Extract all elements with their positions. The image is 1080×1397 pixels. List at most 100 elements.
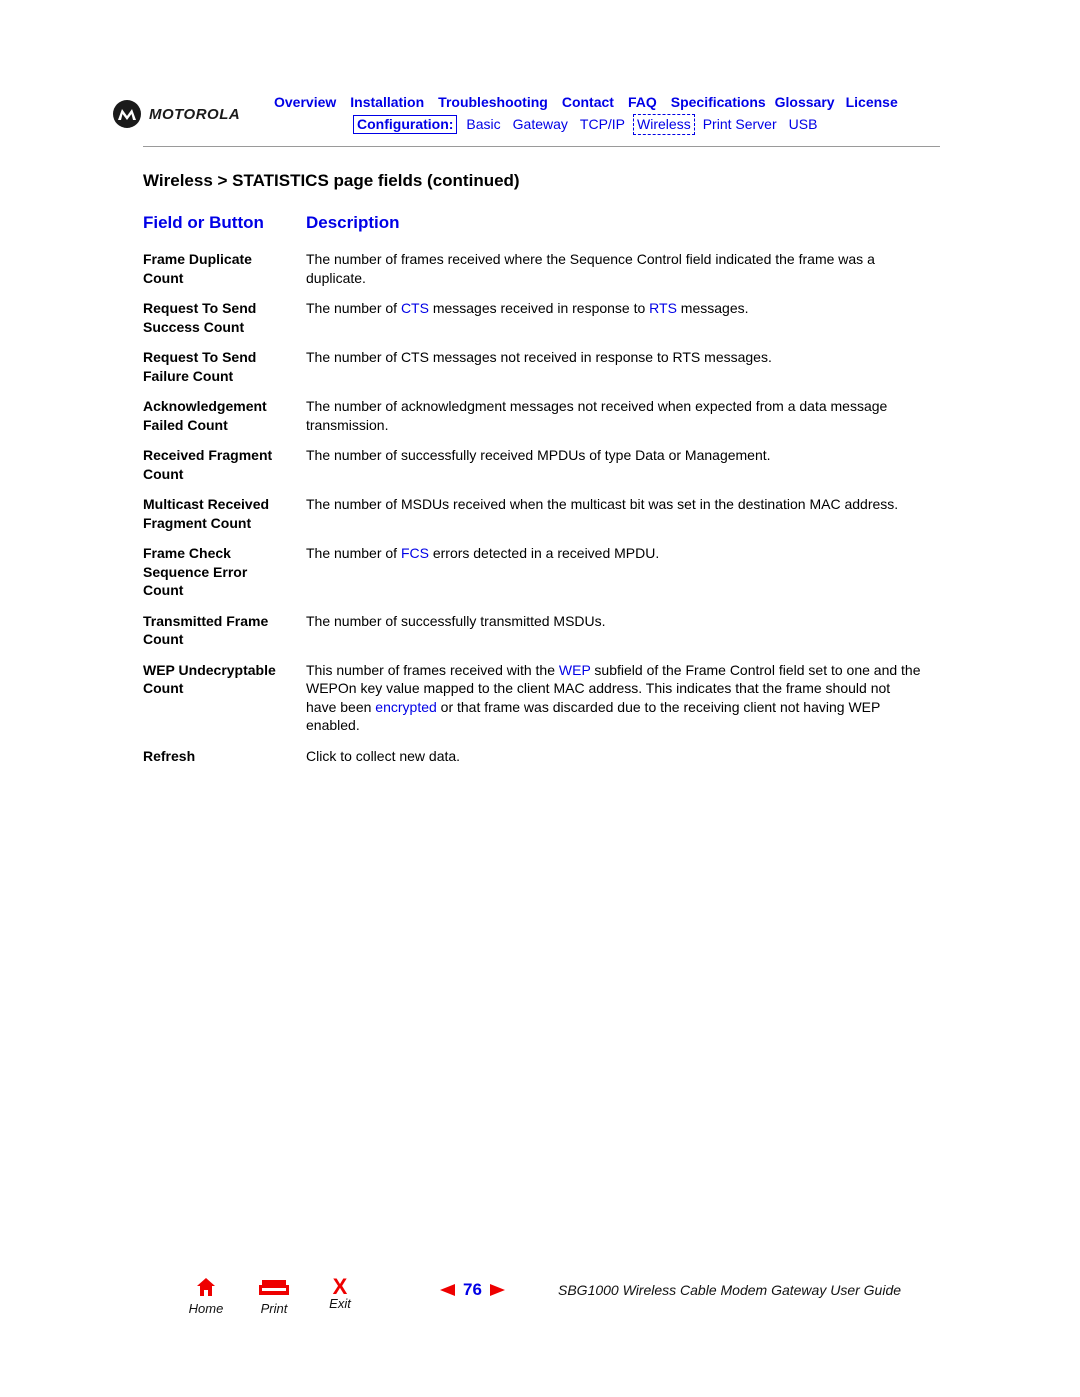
field-name-line: Count xyxy=(143,269,184,286)
description-text: This number of frames received with the xyxy=(306,661,559,678)
field-description: The number of FCS errors detected in a r… xyxy=(306,544,923,600)
home-label: Home xyxy=(188,1301,224,1316)
field-description: The number of frames received where the … xyxy=(306,250,923,287)
description-text: messages. xyxy=(676,300,749,316)
exit-x-icon: X xyxy=(332,1274,348,1299)
print-label: Print xyxy=(260,1301,288,1316)
nav-troubleshooting[interactable]: Troubleshooting xyxy=(438,94,548,110)
home-icon xyxy=(197,1278,215,1296)
exit-label: Exit xyxy=(329,1296,351,1311)
field-description-table: Frame Duplicate Count The number of frames… xyxy=(143,250,923,777)
print-button[interactable]: Print xyxy=(256,1277,292,1316)
field-name-line: Count xyxy=(143,680,184,696)
field-name: Refresh xyxy=(143,747,306,766)
description-text: Click to collect new data. xyxy=(306,747,461,764)
nav-contact[interactable]: Contact xyxy=(562,94,614,110)
description-text: The number of CTS messages not received … xyxy=(306,349,772,365)
field-description: Click to collect new data. xyxy=(306,747,923,766)
config-subnav: Configuration: Basic Gateway TCP/IP Wire… xyxy=(353,114,829,135)
field-description: This number of frames received with the … xyxy=(306,661,923,735)
page-title: Wireless > STATISTICS page fields (conti… xyxy=(143,171,520,190)
subnav-usb[interactable]: USB xyxy=(789,115,818,134)
nav-license[interactable]: License xyxy=(846,94,898,110)
description-text: errors detected in a received MPDU. xyxy=(428,545,660,561)
nav-installation[interactable]: Installation xyxy=(350,94,424,110)
subnav-wireless[interactable]: Wireless xyxy=(633,114,695,135)
pager: 76 xyxy=(440,1280,505,1300)
description-text: The number of frames received where the … xyxy=(306,251,875,286)
field-name-line: Sequence Error xyxy=(143,563,248,580)
nav-glossary[interactable]: Glossary xyxy=(775,94,835,110)
table-row: Multicast Received Fragment Count The numb… xyxy=(143,495,923,532)
field-name-line: Received Fragment xyxy=(143,447,273,463)
glossary-link[interactable]: encrypted xyxy=(375,699,436,715)
field-description: The number of CTS messages received in r… xyxy=(306,299,923,336)
exit-button[interactable]: X Exit xyxy=(323,1274,357,1311)
glossary-link[interactable]: CTS xyxy=(401,300,429,316)
field-name: WEP Undecryptable Count xyxy=(143,661,306,735)
glossary-link[interactable]: WEP xyxy=(559,662,591,678)
field-name: Acknowledgement Failed Count xyxy=(143,397,306,434)
description-text: The number of acknowledgment messages no… xyxy=(306,398,888,433)
subnav-gateway[interactable]: Gateway xyxy=(513,115,568,134)
glossary-link[interactable]: RTS xyxy=(649,300,677,316)
table-row: Frame Check Sequence Error Count The number… xyxy=(143,544,923,600)
field-description: The number of successfully received MPDU… xyxy=(306,446,923,483)
next-page-arrow-icon[interactable] xyxy=(489,1284,505,1296)
subnav-basic[interactable]: Basic xyxy=(466,115,500,134)
field-name-line: Transmitted Frame xyxy=(143,612,269,629)
table-row: Frame Duplicate Count The number of frames… xyxy=(143,250,923,287)
field-name-line: Failed Count xyxy=(143,416,228,433)
glossary-link[interactable]: FCS xyxy=(401,545,429,561)
page-number: 76 xyxy=(463,1280,482,1299)
top-nav: Overview Installation Troubleshooting Co… xyxy=(274,94,898,110)
table-row: Refresh Click to collect new data. xyxy=(143,747,923,766)
description-text: messages received in response to xyxy=(428,300,650,316)
previous-page-arrow-icon[interactable] xyxy=(440,1284,455,1296)
home-button[interactable]: Home xyxy=(188,1277,224,1316)
field-name-line: Count xyxy=(143,631,184,647)
nav-specifications[interactable]: Specifications xyxy=(671,94,766,110)
motorola-batwing-icon xyxy=(113,100,141,128)
table-row: Transmitted Frame Count The number of succ… xyxy=(143,612,923,649)
table-row: Acknowledgement Failed Count The number of… xyxy=(143,397,923,434)
description-text: The number of successfully transmitted M… xyxy=(306,612,606,629)
configuration-label[interactable]: Configuration: xyxy=(353,115,458,134)
field-description: The number of MSDUs received when the mu… xyxy=(306,495,923,532)
description-text: The number of xyxy=(306,545,401,561)
field-description: The number of CTS messages not received … xyxy=(306,348,923,385)
field-name-line: Request To Send xyxy=(143,300,257,316)
field-name: Request To Send Success Count xyxy=(143,299,306,336)
description-text: The number of xyxy=(306,300,401,316)
subnav-print-server[interactable]: Print Server xyxy=(703,115,777,134)
field-name-line: Fragment Count xyxy=(143,514,252,531)
nav-overview[interactable]: Overview xyxy=(274,94,336,110)
field-name-line: Multicast Received xyxy=(143,496,270,512)
description-text: The number of MSDUs received when the mu… xyxy=(306,496,899,512)
field-name-line: Count xyxy=(143,582,184,598)
field-name-line: Count xyxy=(143,465,184,482)
field-name-line: Refresh xyxy=(143,747,196,764)
field-name-line: Success Count xyxy=(143,318,245,335)
nav-faq[interactable]: FAQ xyxy=(628,94,657,110)
footer: Home Print X Exit xyxy=(0,1274,1080,1317)
column-header-description: Description xyxy=(306,213,400,232)
table-row: WEP Undecryptable Count This number of fra… xyxy=(143,661,923,735)
motorola-logo: MOTOROLA xyxy=(113,100,240,128)
field-name: Received Fragment Count xyxy=(143,446,306,483)
table-row: Request To Send Success Count The number o… xyxy=(143,299,923,336)
guide-title: SBG1000 Wireless Cable Modem Gateway Use… xyxy=(558,1282,902,1298)
field-name-line: WEP Undecryptable xyxy=(143,661,276,678)
field-description: The number of acknowledgment messages no… xyxy=(306,397,923,434)
description-text: The number of successfully received MPDU… xyxy=(306,447,771,463)
field-name-line: Request To Send xyxy=(143,349,257,365)
field-name-line: Frame Duplicate xyxy=(143,251,252,267)
field-name: Frame Check Sequence Error Count xyxy=(143,544,306,600)
table-row: Request To Send Failure Count The number o… xyxy=(143,348,923,385)
printer-icon xyxy=(259,1280,289,1295)
table-row: Received Fragment Count The number of succ… xyxy=(143,446,923,483)
subnav-tcpip[interactable]: TCP/IP xyxy=(580,115,625,134)
field-name: Transmitted Frame Count xyxy=(143,612,306,649)
header-divider xyxy=(143,146,940,147)
field-name-line: Frame Check xyxy=(143,545,231,561)
